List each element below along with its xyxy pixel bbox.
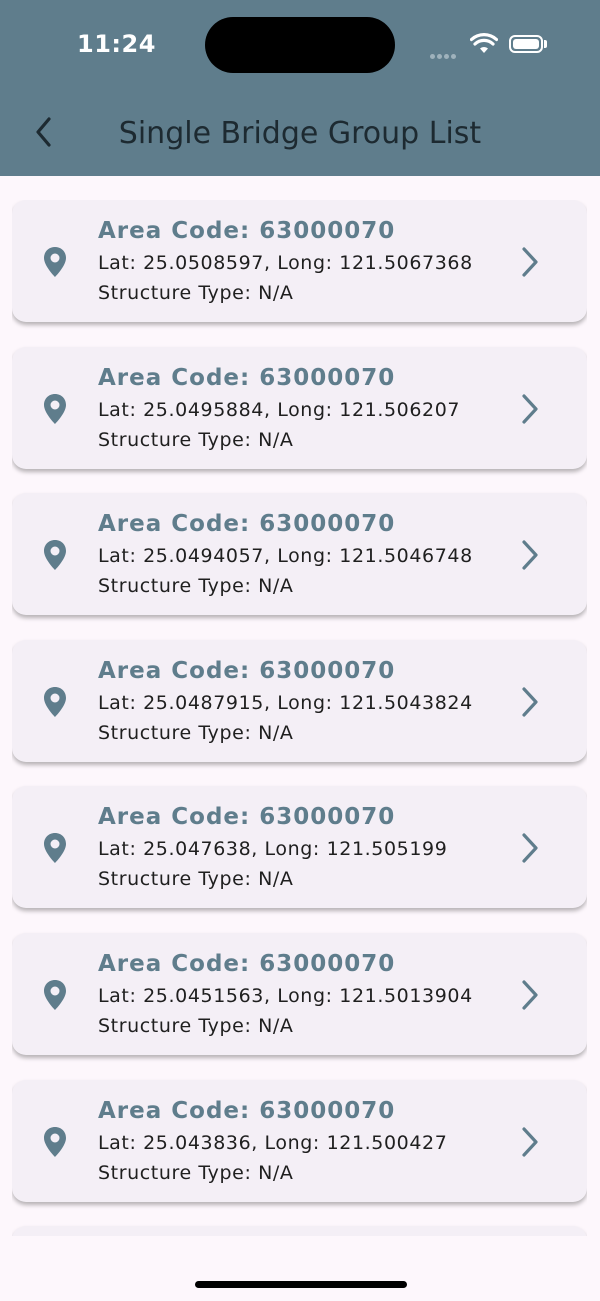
structure-type-label: Structure Type: N/A xyxy=(98,1014,294,1037)
chevron-right-icon xyxy=(522,540,538,570)
area-code-label: Area Code: 63000070 xyxy=(98,511,396,538)
list-item[interactable]: Area Code: 63000070 Lat: 25.043836, Long… xyxy=(12,1079,587,1202)
location-pin-icon xyxy=(44,540,66,571)
location-pin-icon xyxy=(44,247,66,277)
structure-type-label: Structure Type: N/A xyxy=(98,721,294,744)
list-item[interactable]: Area Code: 63000070 Lat: 25.0508597, Lon… xyxy=(12,200,587,322)
area-code-label: Area Code: 63000070 xyxy=(98,657,396,684)
area-code-label: Area Code: 63000070 xyxy=(98,218,396,244)
structure-type-label: Structure Type: N/A xyxy=(98,868,294,891)
coordinates-label: Lat: 25.0487915, Long: 121.5043824 xyxy=(98,691,473,714)
home-indicator xyxy=(195,1281,407,1288)
structure-type-label: Structure Type: N/A xyxy=(98,575,294,598)
wifi-icon xyxy=(469,33,499,60)
location-pin-icon xyxy=(44,979,66,1010)
structure-type-label: Structure Type: N/A xyxy=(98,282,294,304)
dynamic-island xyxy=(205,17,395,73)
bridge-list[interactable]: Area Code: 63000070 Lat: 25.0508597, Lon… xyxy=(12,200,587,1236)
status-bar: 11:24 xyxy=(0,0,600,88)
location-pin-icon xyxy=(44,686,66,717)
page-title: Single Bridge Group List xyxy=(118,116,482,151)
chevron-right-icon xyxy=(522,687,538,717)
list-item[interactable]: Area Code: 63000070 Lat: 25.0494057, Lon… xyxy=(12,493,587,616)
area-code-label: Area Code: 63000070 xyxy=(98,364,396,391)
status-time: 11:24 xyxy=(77,30,156,58)
chevron-right-icon xyxy=(522,980,538,1010)
chevron-right-icon xyxy=(522,833,538,863)
chevron-right-icon xyxy=(522,393,538,424)
area-code-label: Area Code: 63000070 xyxy=(98,1097,396,1124)
chevron-right-icon xyxy=(522,247,538,277)
app-bar: Single Bridge Group List xyxy=(0,88,600,176)
structure-type-label: Structure Type: N/A xyxy=(98,1161,294,1184)
list-item[interactable]: Area Code: 63000070 Lat: 25.047638, Long… xyxy=(12,786,587,909)
area-code-label: Area Code: 63000070 xyxy=(98,950,396,977)
list-item[interactable] xyxy=(12,1226,587,1236)
location-pin-icon xyxy=(44,1126,66,1157)
coordinates-label: Lat: 25.043836, Long: 121.500427 xyxy=(98,1131,448,1154)
coordinates-label: Lat: 25.0494057, Long: 121.5046748 xyxy=(98,545,473,568)
location-pin-icon xyxy=(44,393,66,424)
signal-icon xyxy=(430,46,458,64)
coordinates-label: Lat: 25.0451563, Long: 121.5013904 xyxy=(98,984,473,1007)
location-pin-icon xyxy=(44,833,66,864)
coordinates-label: Lat: 25.047638, Long: 121.505199 xyxy=(98,838,448,861)
battery-icon xyxy=(509,35,543,53)
list-item[interactable]: Area Code: 63000070 Lat: 25.0487915, Lon… xyxy=(12,639,587,762)
coordinates-label: Lat: 25.0508597, Long: 121.5067368 xyxy=(98,252,473,274)
battery-cap xyxy=(544,40,547,48)
chevron-right-icon xyxy=(522,1126,538,1157)
coordinates-label: Lat: 25.0495884, Long: 121.506207 xyxy=(98,398,461,421)
list-item[interactable]: Area Code: 63000070 Lat: 25.0495884, Lon… xyxy=(12,346,587,469)
structure-type-label: Structure Type: N/A xyxy=(98,428,294,451)
area-code-label: Area Code: 63000070 xyxy=(98,804,396,831)
list-item[interactable]: Area Code: 63000070 Lat: 25.0451563, Lon… xyxy=(12,932,587,1055)
